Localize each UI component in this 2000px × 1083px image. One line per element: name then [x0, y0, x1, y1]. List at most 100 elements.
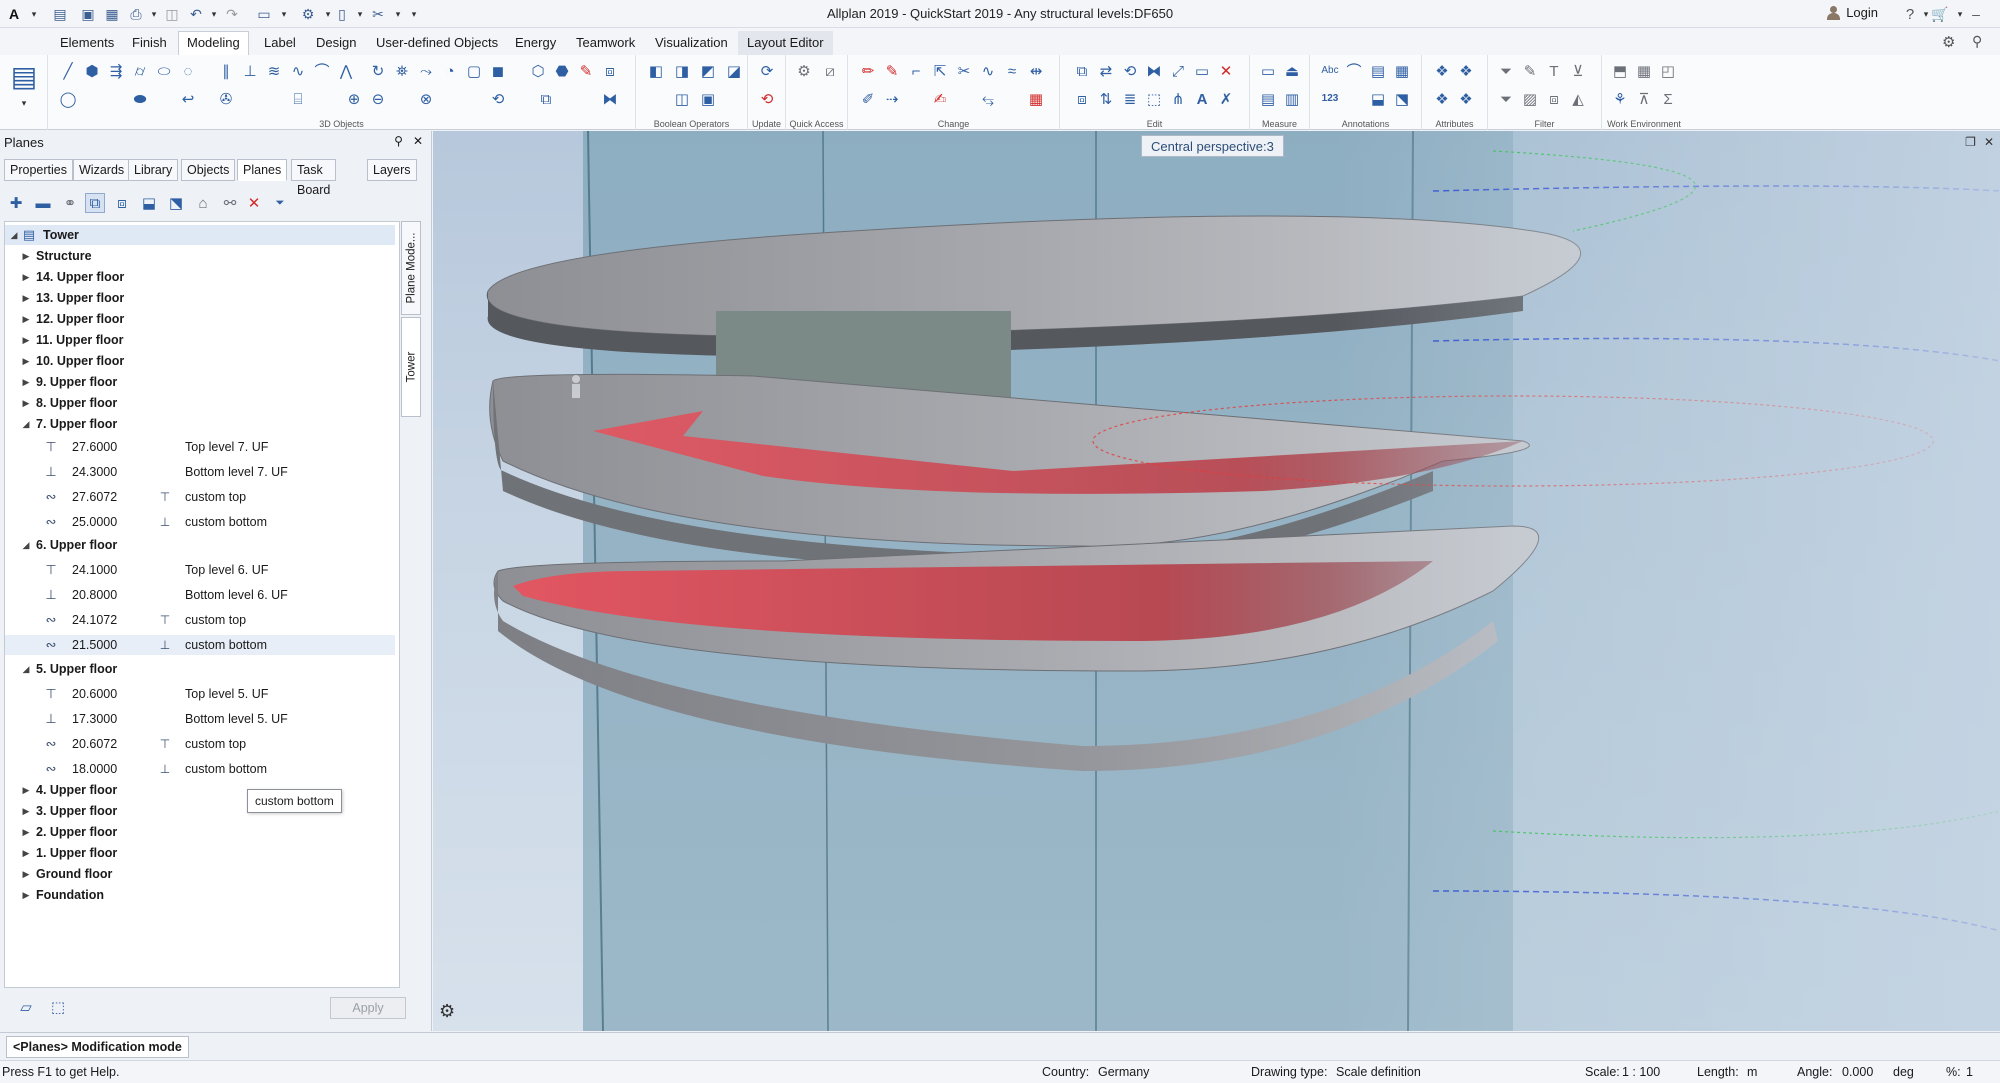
expand-arrow-icon[interactable]: ▶	[21, 885, 31, 905]
panel-tab-wizards[interactable]: Wizards	[73, 159, 131, 181]
tab-modeling[interactable]: Modeling	[178, 31, 249, 55]
tree-item-floor-6[interactable]: ◢ 6. Upper floor	[5, 535, 395, 555]
plane-new-model-icon[interactable]: ⬓	[139, 193, 159, 213]
tab-elements[interactable]: Elements	[51, 31, 123, 55]
circle-3d-icon[interactable]: ◯	[58, 89, 78, 109]
expand-arrow-icon[interactable]: ▶	[21, 393, 31, 413]
sweep-icon[interactable]: ⤳	[416, 61, 436, 81]
intersect-icon[interactable]: ⊗	[416, 89, 436, 109]
view-dropdown-icon[interactable]: ▾	[350, 4, 370, 24]
workenv-tree-icon[interactable]: ⚘	[1610, 89, 1630, 109]
tree-item-floor-8[interactable]: ▶ 8. Upper floor	[5, 393, 395, 413]
length-unit[interactable]: m	[1747, 1065, 1757, 1079]
print-dropdown-icon[interactable]: ▾	[144, 4, 164, 24]
redo-icon[interactable]: ↷	[222, 4, 242, 24]
tree-item-floor-7[interactable]: ◢ 7. Upper floor	[5, 414, 395, 434]
close-window-icon[interactable]: ✕	[1984, 135, 1994, 149]
shell-icon[interactable]: ▢	[464, 61, 484, 81]
percent-value[interactable]: 1	[1966, 1065, 1973, 1079]
palette-dropdown-icon[interactable]: ▾	[14, 93, 34, 113]
change-delete-icon[interactable]: ✏	[858, 61, 878, 81]
level-row[interactable]: ∾ 24.1072 ⊤ custom top	[5, 610, 395, 630]
change-extend-icon[interactable]: ⇢	[882, 89, 902, 109]
sphere-icon[interactable]: ◌	[178, 61, 198, 81]
panel-tab-layers[interactable]: Layers	[367, 159, 417, 181]
panel-tab-planes[interactable]: Planes	[237, 159, 288, 181]
collapse-arrow-icon[interactable]: ◢	[21, 535, 31, 555]
apply-button[interactable]: Apply	[330, 997, 406, 1019]
level-row[interactable]: ⊥ 20.8000 Bottom level 6. UF	[5, 585, 395, 605]
customize-quick-access-icon[interactable]: ▾	[404, 4, 424, 24]
tree-item-floor-12[interactable]: ▶ 12. Upper floor	[5, 309, 395, 329]
edit-scale-icon[interactable]: ⤢	[1168, 61, 1188, 81]
expand-arrow-icon[interactable]: ▶	[21, 822, 31, 842]
edit-mirror-icon[interactable]: ⧓	[1144, 61, 1164, 81]
filter-element-icon[interactable]: ⏷	[1496, 89, 1516, 109]
tab-label[interactable]: Label	[255, 31, 305, 55]
expand-arrow-icon[interactable]: ▶	[21, 330, 31, 350]
plane-chain-icon[interactable]: ⚯	[220, 193, 240, 213]
expand-arrow-icon[interactable]: ▶	[21, 843, 31, 863]
filter-hatch-icon[interactable]: ▨	[1520, 89, 1540, 109]
change-attrs-icon[interactable]: ▦	[1026, 89, 1046, 109]
measure-angle-icon[interactable]: ⏏	[1282, 61, 1302, 81]
expand-arrow-icon[interactable]: ▶	[21, 246, 31, 266]
tab-visualization[interactable]: Visualization	[646, 31, 737, 55]
scale-value[interactable]: 1 : 100	[1622, 1065, 1660, 1079]
revolve-icon[interactable]: ↻	[368, 61, 388, 81]
drop-icon[interactable]: ⬬	[130, 89, 150, 109]
angle-value[interactable]: 0.000	[1842, 1065, 1873, 1079]
palette-icon[interactable]: ▤	[8, 61, 40, 93]
edit-stack-icon[interactable]: ≣	[1120, 89, 1140, 109]
level-row[interactable]: ⊥ 17.3000 Bottom level 5. UF	[5, 709, 395, 729]
level-row[interactable]: ⊤ 20.6000 Top level 5. UF	[5, 684, 395, 704]
change-scissors-icon[interactable]: ✂	[954, 61, 974, 81]
annotation-arc-icon[interactable]: ⌒	[1344, 61, 1364, 81]
rotate-solid-icon[interactable]: ⟲	[488, 89, 508, 109]
solid-icon[interactable]: ◼	[488, 61, 508, 81]
delete-plane-icon[interactable]: ✕	[244, 193, 264, 213]
bool-union-icon[interactable]: ◧	[646, 61, 666, 81]
change-wave-icon[interactable]: ∿	[978, 61, 998, 81]
spline-icon[interactable]: ∿	[288, 61, 308, 81]
edit-solid-icon[interactable]: ✎	[576, 61, 596, 81]
measure-distance-icon[interactable]: ▭	[1258, 61, 1278, 81]
curve-icon[interactable]: ⌒	[312, 61, 332, 81]
settings-gear-icon[interactable]: ⚙	[1942, 33, 1955, 51]
save-icon[interactable]: ▦	[102, 4, 122, 24]
surface-icon[interactable]: ≋	[264, 61, 284, 81]
filter-group-icon[interactable]: ⧈	[1544, 89, 1564, 109]
panel-tab-properties[interactable]: Properties	[4, 159, 73, 181]
copy-solid-icon[interactable]: ⧉	[536, 89, 556, 109]
change-pen-icon[interactable]: ✎	[882, 61, 902, 81]
add-plane-icon[interactable]: ✚	[6, 193, 26, 213]
filter-area-icon[interactable]: ◭	[1568, 89, 1588, 109]
collapse-arrow-icon[interactable]: ◢	[9, 225, 19, 245]
remove-plane-icon[interactable]: ▬	[33, 193, 53, 213]
open-project-icon[interactable]: ▣	[78, 4, 98, 24]
line-3d-icon[interactable]: ╱	[58, 61, 78, 81]
workenv-sum-icon[interactable]: Σ	[1658, 89, 1678, 109]
annotation-number-icon[interactable]: 123	[1320, 89, 1340, 109]
open-folder-icon[interactable]: ▱	[16, 997, 36, 1017]
app-menu-dropdown-icon[interactable]: ▾	[24, 4, 44, 24]
tree-item-floor-14[interactable]: ▶ 14. Upper floor	[5, 267, 395, 287]
bool-subtract-icon[interactable]: ◨	[672, 61, 692, 81]
attribute-edit-icon[interactable]: ❖	[1456, 61, 1476, 81]
level-row[interactable]: ⊤ 24.1000 Top level 6. UF	[5, 560, 395, 580]
tools-icon[interactable]: ✂	[368, 4, 388, 24]
pin-panel-icon[interactable]: ⚲	[394, 134, 403, 148]
separate-icon[interactable]: ⬣	[552, 61, 572, 81]
filter-text-icon[interactable]: T	[1544, 61, 1564, 81]
minimize-window-icon[interactable]: –	[1966, 4, 1986, 24]
change-stretch-icon[interactable]: ⇹	[1026, 61, 1046, 81]
edit-group-icon[interactable]: ⬚	[1144, 89, 1164, 109]
filter-pen-icon[interactable]: ✎	[1520, 61, 1540, 81]
bool-split-icon[interactable]: ◪	[724, 61, 744, 81]
annotation-note-icon[interactable]: ▤	[1368, 61, 1388, 81]
tab-teamwork[interactable]: Teamwork	[567, 31, 644, 55]
wrench-icon[interactable]: ✇	[216, 89, 236, 109]
change-corner-icon[interactable]: ⌐	[906, 61, 926, 81]
plane-level-icon[interactable]: ⬔	[166, 193, 186, 213]
allplan-logo-icon[interactable]: A	[4, 4, 24, 24]
